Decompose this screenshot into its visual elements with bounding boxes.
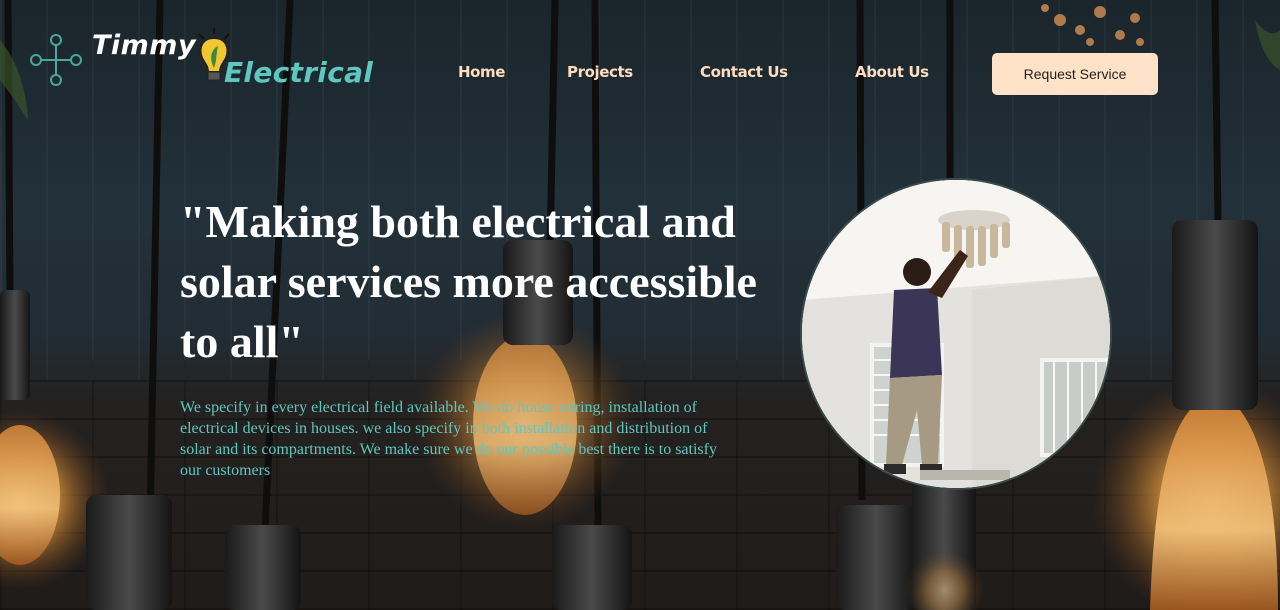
hero-title: "Making both electrical and solar servic…: [180, 196, 757, 367]
electrician-photo: [800, 178, 1112, 490]
request-service-button[interactable]: Request Service: [992, 53, 1158, 95]
nav-home[interactable]: Home: [458, 63, 505, 81]
hero-description: We specify in every electrical field ava…: [180, 399, 717, 479]
nav-contact-us[interactable]: Contact Us: [700, 63, 788, 81]
nav-projects[interactable]: Projects: [567, 63, 633, 81]
brand-name-first: Timmy: [92, 30, 197, 61]
electrician-illustration: [802, 180, 1110, 488]
nav-about-us[interactable]: About Us: [855, 63, 929, 81]
